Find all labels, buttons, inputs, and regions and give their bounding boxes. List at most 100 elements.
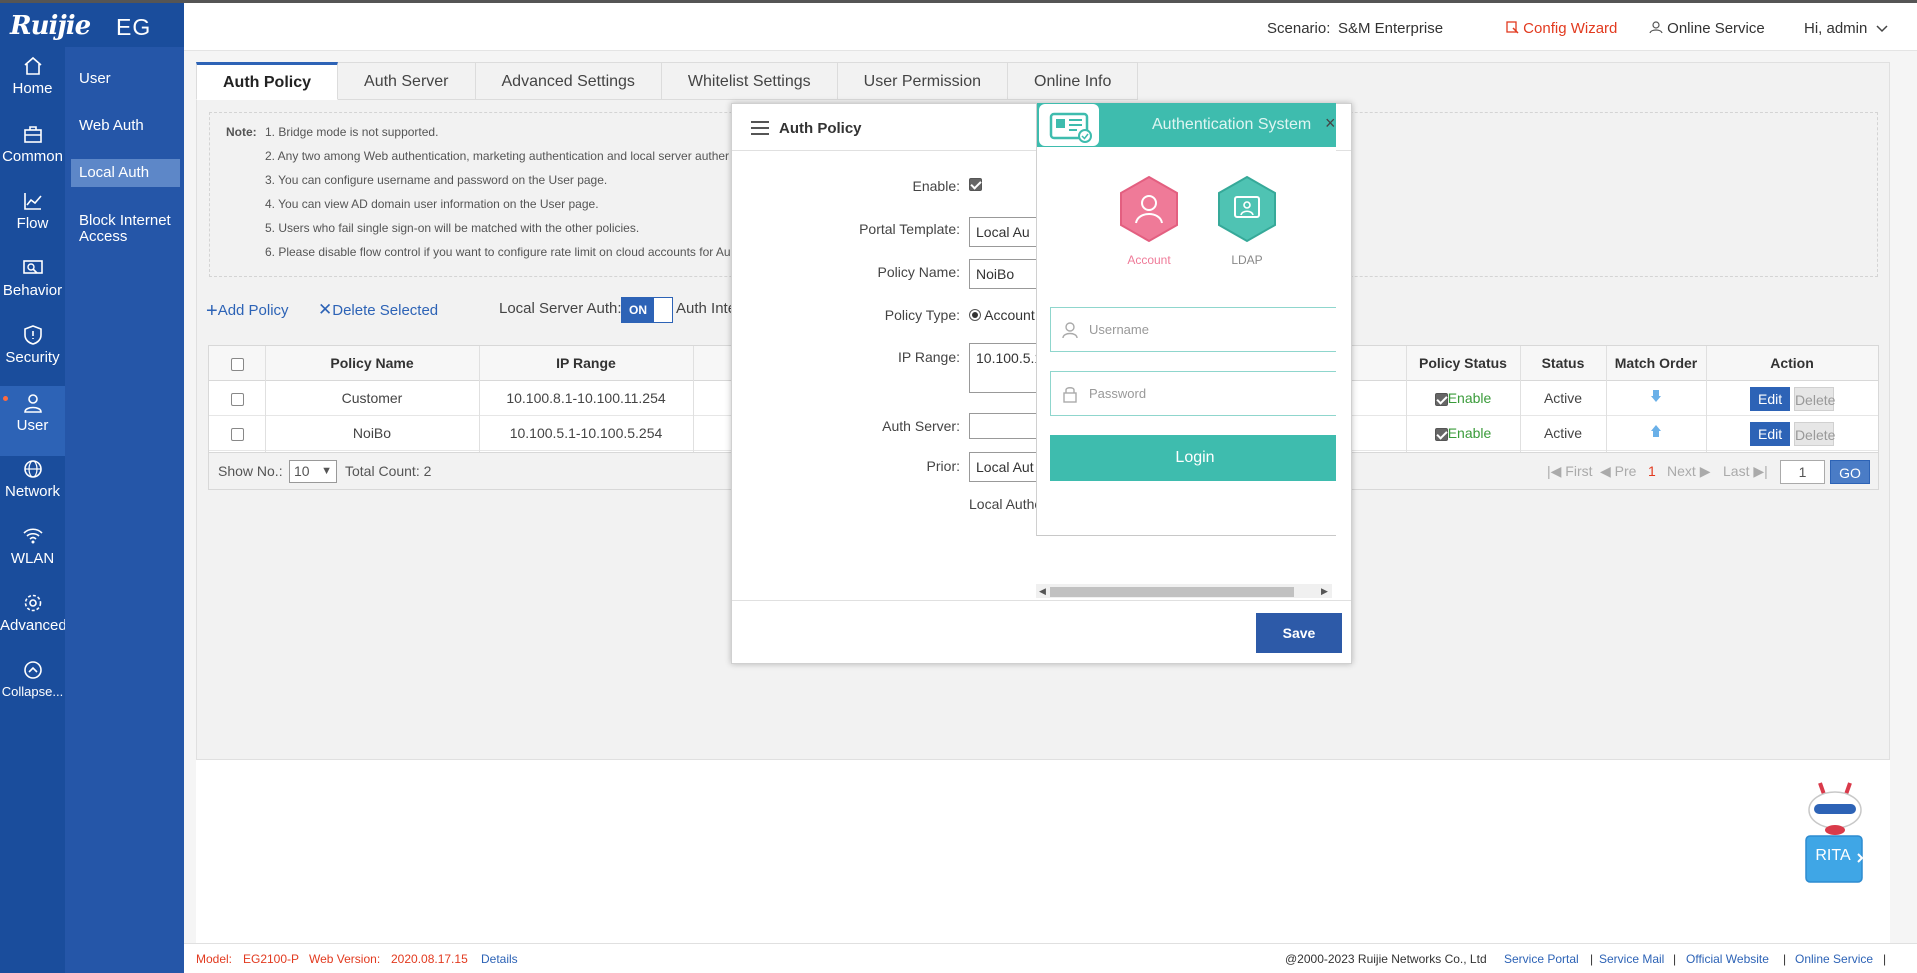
service-portal-link[interactable]: Service Portal <box>1504 952 1579 966</box>
subnav-user[interactable]: User <box>71 71 180 87</box>
policy-type-value: Account <box>984 307 1035 323</box>
model-value: EG2100-P <box>243 952 300 966</box>
edit-button[interactable]: Edit <box>1750 387 1791 412</box>
policy-status-cell[interactable]: Enable <box>1406 381 1520 416</box>
nav-network[interactable]: Network <box>0 458 65 522</box>
nav-behavior[interactable]: Behavior <box>0 257 65 321</box>
note-line: 4. You can view AD domain user informati… <box>265 197 599 211</box>
enable-checkbox[interactable] <box>1434 392 1448 406</box>
delete-button[interactable]: Delete <box>1793 422 1835 447</box>
enable-checkbox[interactable] <box>969 178 982 191</box>
prev-page-button[interactable]: ◀ Pre <box>1600 463 1636 480</box>
prev-icon: ◀ <box>1600 463 1611 479</box>
enable-checkbox[interactable] <box>1434 427 1448 441</box>
lock-icon <box>1063 387 1077 403</box>
nav-user[interactable]: User <box>0 386 65 456</box>
col-match-order: Match Order <box>1614 355 1698 371</box>
web-version-value: 2020.08.17.15 <box>391 952 468 966</box>
menu-icon <box>751 121 769 135</box>
policy-type-radio[interactable]: Account <box>969 307 1035 323</box>
first-page-button[interactable]: |◀ First <box>1547 463 1593 480</box>
account-hex-icon[interactable] <box>1119 175 1179 243</box>
nav-flow[interactable]: Flow <box>0 190 65 254</box>
nav-common[interactable]: Common <box>0 123 65 187</box>
edit-button[interactable]: Edit <box>1750 422 1791 447</box>
config-wizard-label: Config Wizard <box>1523 20 1618 37</box>
login-button[interactable]: Login <box>1050 435 1336 481</box>
nav-wlan[interactable]: WLAN <box>0 525 65 589</box>
close-icon: ✕ <box>318 300 333 319</box>
config-wizard-link[interactable]: Config Wizard <box>1506 20 1617 37</box>
nav-label: Collapse... <box>1 684 64 699</box>
delete-selected-button[interactable]: ✕Delete Selected <box>318 300 438 320</box>
col-policy-status: Policy Status <box>1419 355 1507 371</box>
last-page-button[interactable]: Last ▶| <box>1723 463 1768 480</box>
nav-collapse[interactable]: Collapse... <box>0 659 65 723</box>
page-number-input[interactable]: 1 <box>1780 460 1825 484</box>
tab-auth-policy[interactable]: Auth Policy <box>196 62 339 100</box>
scroll-right-icon[interactable]: ▶ <box>1321 584 1328 598</box>
delete-button[interactable]: Delete <box>1793 387 1835 412</box>
select-all-checkbox[interactable] <box>230 357 244 371</box>
scroll-left-icon[interactable]: ◀ <box>1039 584 1046 598</box>
footer-separator: | <box>1783 952 1787 966</box>
rita-label: RITA <box>1815 847 1851 864</box>
current-page[interactable]: 1 <box>1648 463 1656 479</box>
tab-advanced-settings[interactable]: Advanced Settings <box>475 62 662 100</box>
arrow-up-icon[interactable] <box>1650 424 1662 438</box>
username-placeholder: Username <box>1089 322 1149 337</box>
col-ip-range: IP Range <box>556 355 616 371</box>
go-button[interactable]: GO <box>1830 460 1870 484</box>
arrow-down-icon[interactable] <box>1650 389 1662 403</box>
note-line: 3. You can configure username and passwo… <box>265 173 608 187</box>
tab-user-permission[interactable]: User Permission <box>837 62 1008 100</box>
show-no-label: Show No.: <box>218 463 283 479</box>
rita-assistant[interactable]: RITA <box>1800 778 1870 888</box>
service-mail-link[interactable]: Service Mail <box>1599 952 1664 966</box>
next-page-button[interactable]: Next ▶ <box>1667 463 1710 480</box>
online-service-link[interactable]: Online Service <box>1649 20 1765 37</box>
subnav-label: Block Internet <box>79 212 171 229</box>
collapse-icon <box>23 661 42 679</box>
subnav-local-auth[interactable]: Local Auth <box>71 159 180 187</box>
local-server-auth-toggle[interactable]: ON <box>621 297 673 323</box>
column-divider <box>1520 346 1521 452</box>
column-divider <box>479 346 480 452</box>
nav-home[interactable]: Home <box>0 55 65 119</box>
tab-auth-server[interactable]: Auth Server <box>338 62 476 100</box>
online-service-footer-link[interactable]: Online Service <box>1795 952 1873 966</box>
nav-advanced[interactable]: Advanced <box>0 592 67 656</box>
close-icon[interactable]: × <box>1325 113 1336 134</box>
user-greeting: Hi, admin <box>1804 20 1868 37</box>
subnav-web-auth[interactable]: Web Auth <box>71 118 180 134</box>
page-size-select[interactable]: 10 ▼ <box>289 460 337 483</box>
save-button[interactable]: Save <box>1256 613 1342 653</box>
action-cell: Edit Delete <box>1706 416 1878 451</box>
nav-label: Flow <box>16 215 49 232</box>
ip-range-cell: 10.100.8.1-10.100.11.254 <box>506 390 666 406</box>
details-link[interactable]: Details <box>481 952 518 966</box>
headset-icon <box>1649 21 1663 34</box>
scrollbar-thumb[interactable] <box>1050 587 1294 597</box>
radio-selected-icon <box>969 309 981 321</box>
user-menu[interactable]: Hi, admin <box>1804 20 1888 37</box>
subnav-block-internet-access[interactable]: Block Internet Access <box>71 213 180 245</box>
username-field[interactable]: Username <box>1050 307 1336 352</box>
policy-status-cell[interactable]: Enable <box>1406 416 1520 451</box>
ruijie-logo: Ruijie <box>10 11 91 41</box>
preview-horizontal-scrollbar[interactable]: ◀ ▶ <box>1036 584 1332 598</box>
row-checkbox[interactable] <box>230 392 244 406</box>
tab-whitelist-settings[interactable]: Whitelist Settings <box>661 62 838 100</box>
ldap-hex-icon[interactable] <box>1217 175 1277 243</box>
nav-security[interactable]: Security <box>0 324 65 388</box>
password-field[interactable]: Password <box>1050 371 1336 416</box>
row-checkbox[interactable] <box>230 427 244 441</box>
official-website-link[interactable]: Official Website <box>1686 952 1769 966</box>
top-header: Scenario: S&M Enterprise Config Wizard O… <box>184 3 1917 51</box>
tab-online-info[interactable]: Online Info <box>1008 62 1139 100</box>
user-icon <box>1062 322 1078 339</box>
brand-bar: Ruijie EG <box>0 3 184 47</box>
local-auth-text: Local Authe <box>969 496 1043 512</box>
portal-template-label: Portal Template: <box>859 221 960 237</box>
add-policy-button[interactable]: +Add Policy <box>206 300 289 323</box>
